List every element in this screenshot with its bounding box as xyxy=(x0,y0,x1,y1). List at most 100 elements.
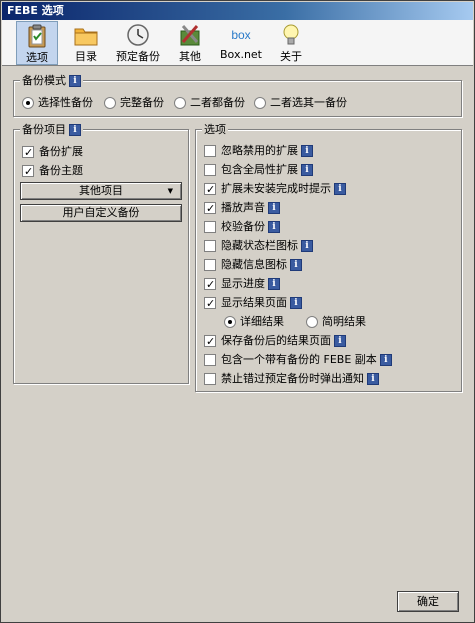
options-group: 选项 忽略禁用的扩展i 包含全局性扩展i 扩展未安装完成时提示i 播放声音i 校… xyxy=(195,123,462,392)
tab-options[interactable]: 选项 xyxy=(16,21,58,65)
radio-brief-results[interactable]: 简明结果 xyxy=(306,314,366,330)
checkbox-include-febe-copy[interactable]: 包含一个带有备份的 FEBE 副本 i xyxy=(204,352,392,368)
checkbox-unchecked xyxy=(204,221,216,233)
info-icon[interactable]: i xyxy=(367,373,379,385)
radio-full-backup[interactable]: 完整备份 xyxy=(104,95,164,111)
radio-selected-indicator xyxy=(224,316,236,328)
checkbox-show-progress[interactable]: 显示进度i xyxy=(204,276,280,293)
radio-detailed-results[interactable]: 详细结果 xyxy=(224,314,284,330)
checkbox-checked xyxy=(204,334,216,350)
window-title: FEBE 选项 xyxy=(2,2,473,20)
checkbox-checked xyxy=(204,182,216,198)
lightbulb-icon xyxy=(283,24,299,45)
tab-boxnet-label: Box.net xyxy=(220,48,262,61)
checkbox-checked xyxy=(22,145,34,161)
info-icon[interactable]: i xyxy=(69,124,81,136)
radio-label: 详细结果 xyxy=(240,315,284,328)
checkbox-label: 扩展未安装完成时提示 xyxy=(221,182,331,195)
checkbox-label: 显示进度 xyxy=(221,277,265,290)
backup-items-title-text: 备份项目 xyxy=(22,123,66,136)
checkbox-hide-statusbar-icon[interactable]: 隐藏状态栏图标 i xyxy=(204,238,313,254)
tab-boxnet[interactable]: box Box.net xyxy=(216,21,266,65)
checkbox-save-results-after-backup[interactable]: 保存备份后的结果页面i xyxy=(204,333,346,350)
ok-button-label: 确定 xyxy=(417,595,439,608)
checkbox-checked xyxy=(204,201,216,217)
tab-scheduled-backup-label: 预定备份 xyxy=(116,50,160,63)
checkbox-label: 保存备份后的结果页面 xyxy=(221,334,331,347)
info-icon[interactable]: i xyxy=(334,183,346,195)
radio-selective-backup[interactable]: 选择性备份 xyxy=(22,95,93,111)
radio-indicator xyxy=(174,97,186,109)
checkbox-label: 播放声音 xyxy=(221,201,265,214)
info-icon[interactable]: i xyxy=(301,240,313,252)
checkbox-label: 备份主题 xyxy=(39,164,83,177)
checkbox-ignore-disabled-extensions[interactable]: 忽略禁用的扩展 i xyxy=(204,143,313,159)
info-icon[interactable]: i xyxy=(268,202,280,214)
info-icon[interactable]: i xyxy=(268,221,280,233)
checkbox-suppress-missed-schedule-notice[interactable]: 禁止错过预定备份时弹出通知 i xyxy=(204,371,379,387)
info-icon[interactable]: i xyxy=(334,335,346,347)
radio-label: 简明结果 xyxy=(322,315,366,328)
tab-about-label: 关于 xyxy=(280,50,302,63)
info-icon[interactable]: i xyxy=(290,259,302,271)
info-icon[interactable]: i xyxy=(301,145,313,157)
checkbox-backup-extensions[interactable]: 备份扩展 xyxy=(22,144,83,161)
checkbox-show-results-page[interactable]: 显示结果页面i xyxy=(204,295,302,312)
radio-selected-indicator xyxy=(22,97,34,109)
radio-label: 二者选其一备份 xyxy=(270,96,347,109)
radio-indicator xyxy=(104,97,116,109)
svg-text:box: box xyxy=(231,28,250,42)
checkbox-label: 包含全局性扩展 xyxy=(221,163,298,176)
folder-icon xyxy=(74,28,98,46)
info-icon[interactable]: i xyxy=(268,278,280,290)
tab-directory[interactable]: 目录 xyxy=(66,21,106,65)
radio-label: 选择性备份 xyxy=(38,96,93,109)
backup-mode-title: 备份模式 i xyxy=(20,74,83,87)
backup-mode-title-text: 备份模式 xyxy=(22,74,66,87)
box-logo-icon: box xyxy=(231,28,250,42)
custom-backup-button[interactable]: 用户自定义备份 xyxy=(20,204,182,222)
other-items-dropdown[interactable]: 其他项目 ▼ xyxy=(20,182,182,200)
checkbox-label: 隐藏信息图标 xyxy=(221,258,287,271)
radio-either-backup[interactable]: 二者选其一备份 xyxy=(254,95,347,111)
other-items-label: 其他项目 xyxy=(79,184,123,197)
checkbox-label: 禁止错过预定备份时弹出通知 xyxy=(221,372,364,385)
tab-about[interactable]: 关于 xyxy=(272,21,310,65)
backup-items-title: 备份项目 i xyxy=(20,123,83,136)
backup-mode-group: 备份模式 i 选择性备份 完整备份 二者都备份 二者选其一备份 xyxy=(13,74,462,117)
tab-directory-label: 目录 xyxy=(75,50,97,63)
checkbox-prompt-incomplete-install[interactable]: 扩展未安装完成时提示i xyxy=(204,181,346,198)
checkbox-checked xyxy=(204,296,216,312)
clock-icon xyxy=(127,24,149,46)
checkbox-include-global-extensions[interactable]: 包含全局性扩展 i xyxy=(204,162,313,178)
info-icon[interactable]: i xyxy=(301,164,313,176)
checkbox-hide-info-icons[interactable]: 隐藏信息图标 i xyxy=(204,257,302,273)
info-icon[interactable]: i xyxy=(290,297,302,309)
checkbox-unchecked xyxy=(204,354,216,366)
radio-indicator xyxy=(254,97,266,109)
options-window: FEBE 选项 选项 目录 预定备份 其他 box Box.net 关于 备份模… xyxy=(0,0,475,623)
toolbar: 选项 目录 预定备份 其他 box Box.net 关于 xyxy=(2,20,473,66)
checkbox-unchecked xyxy=(204,145,216,157)
checkbox-label: 隐藏状态栏图标 xyxy=(221,239,298,252)
dropdown-arrow-icon: ▼ xyxy=(167,187,173,195)
checkbox-label: 忽略禁用的扩展 xyxy=(221,144,298,157)
checkbox-backup-themes[interactable]: 备份主题 xyxy=(22,163,83,180)
clipboard-icon xyxy=(28,24,46,48)
info-icon[interactable]: i xyxy=(69,75,81,87)
checkbox-label: 包含一个带有备份的 FEBE 副本 xyxy=(221,353,377,366)
radio-both-backup[interactable]: 二者都备份 xyxy=(174,95,245,111)
backup-items-group: 备份项目i 备份扩展 备份主题 其他项目 ▼ 用户自定义备份 xyxy=(13,123,189,384)
checkbox-play-sound[interactable]: 播放声音i xyxy=(204,200,280,217)
checkbox-checked xyxy=(204,277,216,293)
tab-other-label: 其他 xyxy=(179,50,201,63)
checkbox-checked xyxy=(22,164,34,180)
checkbox-unchecked xyxy=(204,240,216,252)
checkbox-verify-backup[interactable]: 校验备份 i xyxy=(204,219,280,235)
checkbox-label: 备份扩展 xyxy=(39,145,83,158)
tab-scheduled-backup[interactable]: 预定备份 xyxy=(112,21,164,65)
tab-other[interactable]: 其他 xyxy=(170,21,210,65)
ok-button[interactable]: 确定 xyxy=(397,591,459,612)
custom-backup-label: 用户自定义备份 xyxy=(62,206,140,219)
info-icon[interactable]: i xyxy=(379,354,392,366)
